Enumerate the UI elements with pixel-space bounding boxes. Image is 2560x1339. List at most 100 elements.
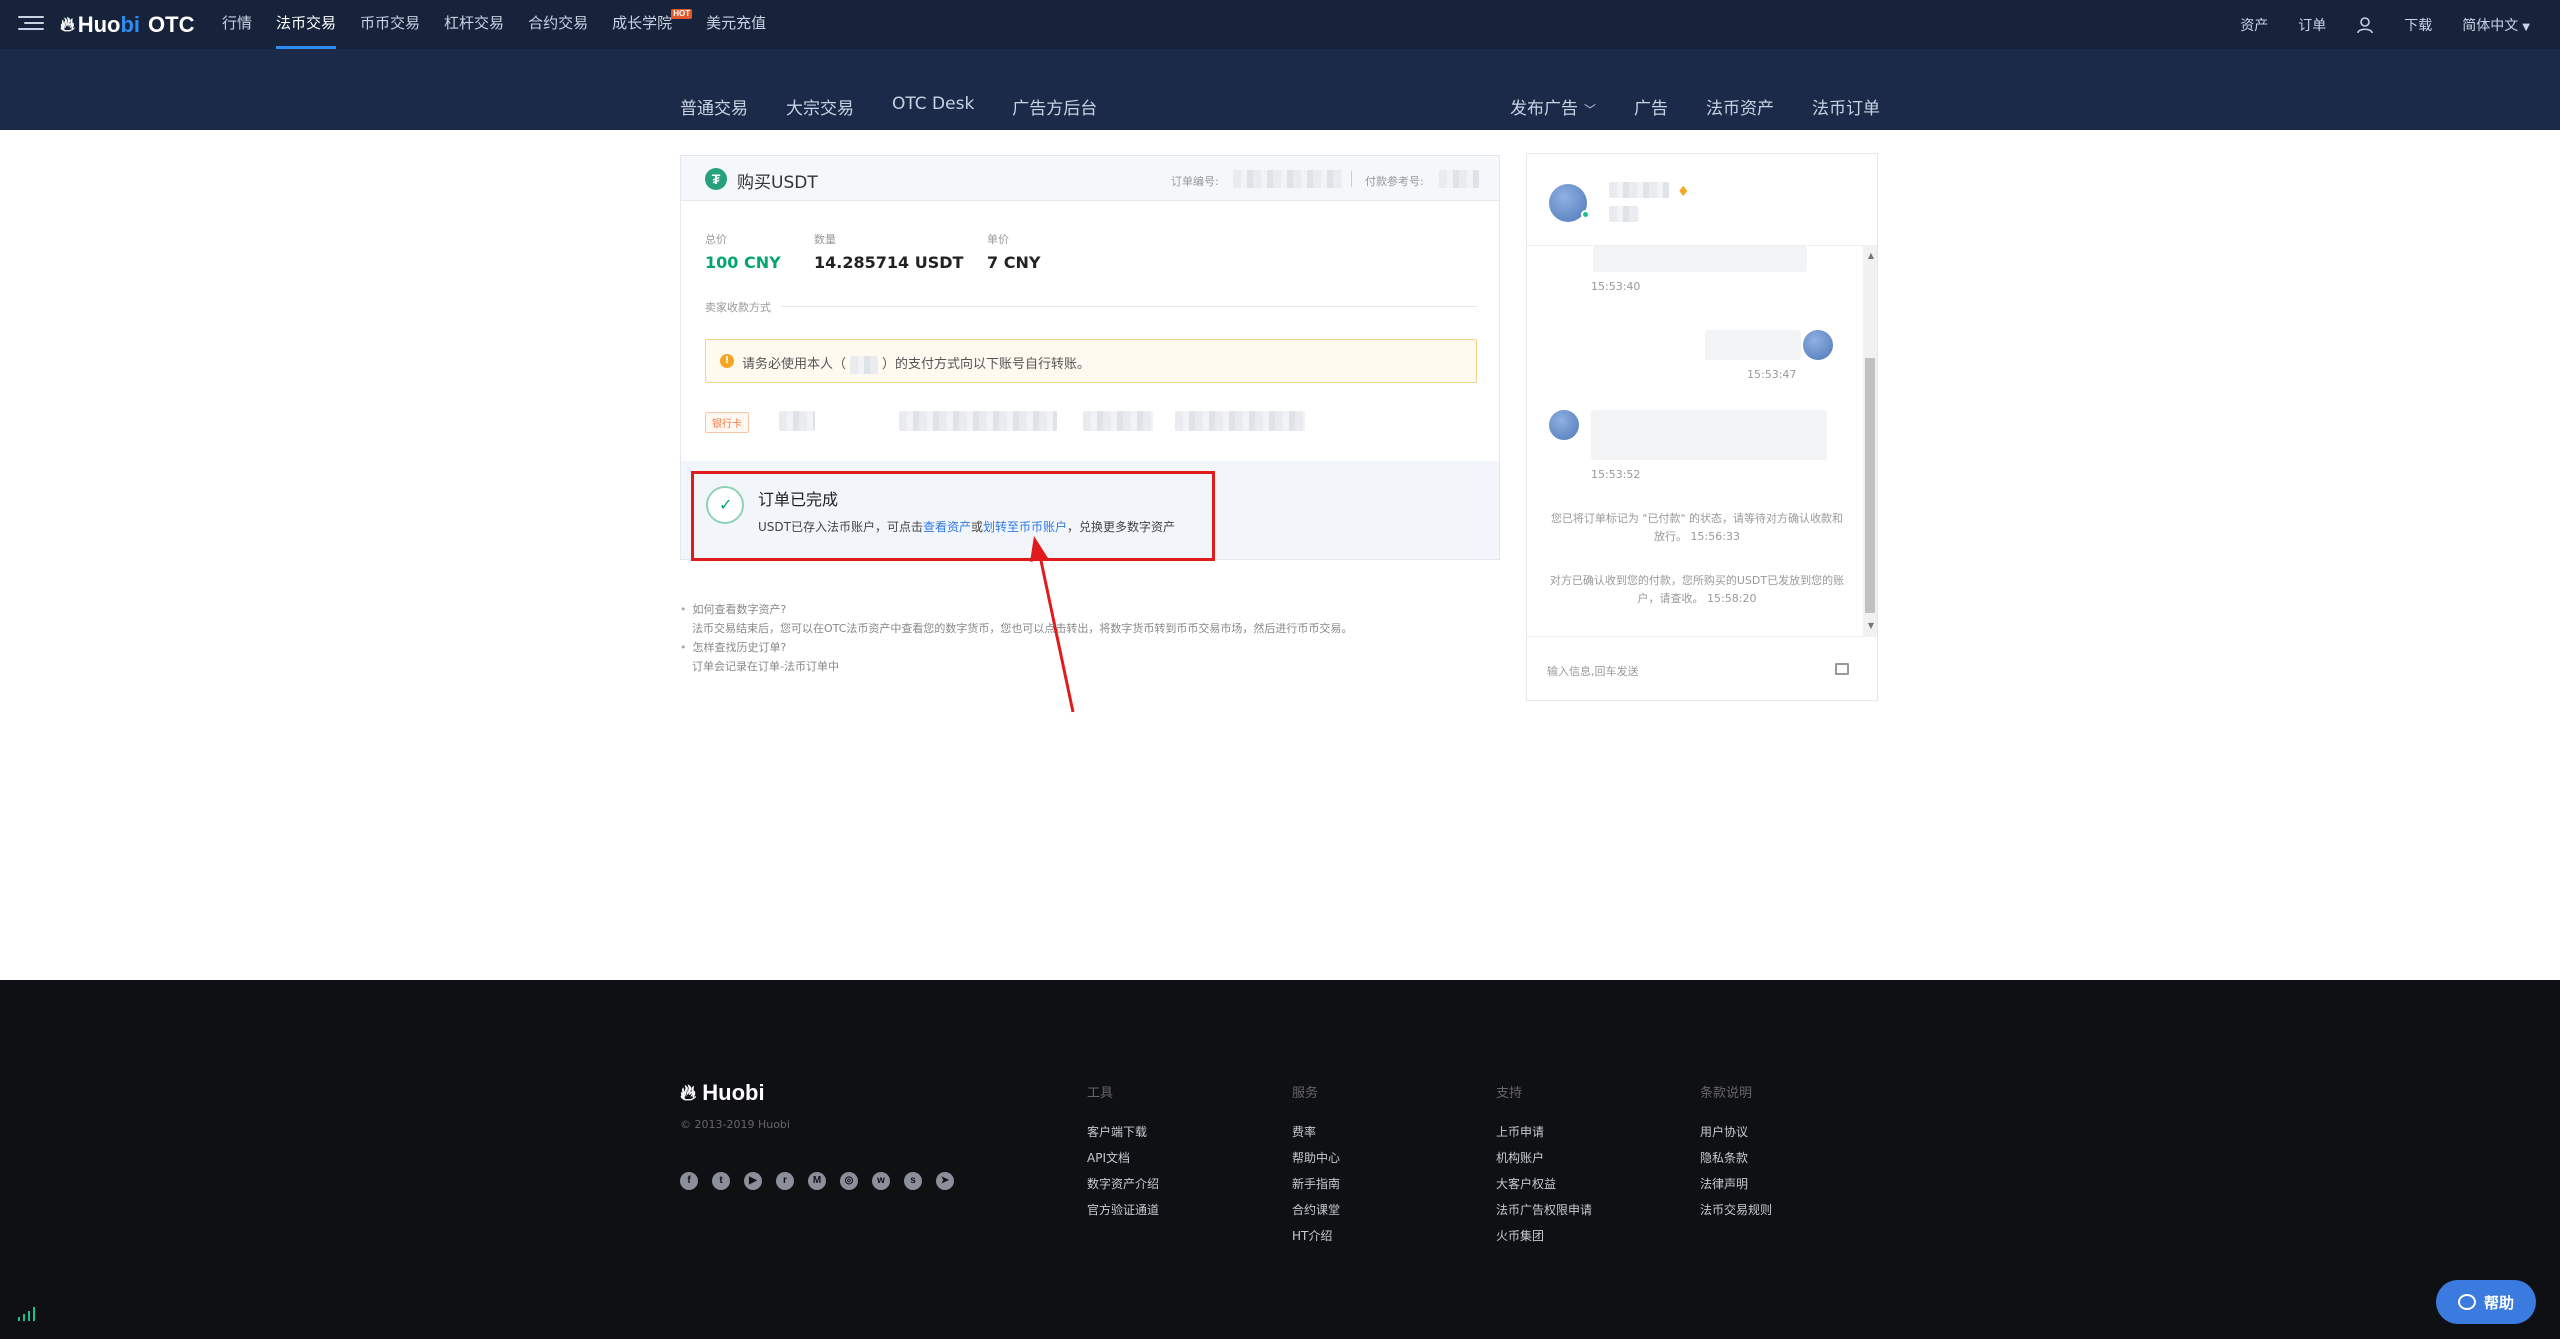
account-name-redacted (1083, 411, 1153, 431)
nav-academy[interactable]: 成长学院 HOT (612, 0, 693, 49)
chat-bubble-icon (2457, 1294, 2476, 1310)
nav-orders[interactable]: 订单 (2298, 15, 2326, 35)
view-assets-link[interactable]: 查看资产 (923, 520, 971, 534)
faq-answer: 订单会记录在订单-法币订单中 (692, 660, 839, 673)
faq-section: • 如何查看数字资产? 法币交易结束后，您可以在OTC法币资产中查看您的数字货币，… (680, 600, 1352, 676)
telegram-icon[interactable]: ➤ (936, 1172, 954, 1190)
system-message: 您已将订单标记为 "已付款" 的状态，请等待对方确认收款和放行。 15:56:3… (1550, 512, 1844, 543)
order-header: ₮ 购买USDT 订单编号: 付款参考号: (681, 156, 1499, 201)
branch-redacted (1175, 411, 1305, 431)
nav-spot-trade[interactable]: 币币交易 (360, 0, 420, 49)
footer-link[interactable]: 官方验证通道 (1087, 1197, 1159, 1223)
twitter-icon[interactable]: t (712, 1172, 730, 1190)
subnav-post-ad[interactable]: 发布广告 ﹀ (1510, 94, 1596, 119)
scrollbar-thumb[interactable] (1865, 358, 1875, 613)
divider (1351, 171, 1352, 187)
footer-link[interactable]: 新手指南 (1292, 1171, 1340, 1197)
medium-icon[interactable]: M (808, 1172, 826, 1190)
counterparty-info-redacted (1609, 206, 1639, 222)
avatar (1549, 410, 1579, 440)
footer: 🔥︎ Huobi © 2013-2019 Huobi f t ▶ r M ◎ w… (0, 980, 2560, 1339)
scroll-up-icon[interactable]: ▲ (1868, 251, 1874, 260)
nav-download[interactable]: 下载 (2404, 15, 2432, 35)
order-complete-description: USDT已存入法币账户，可点击查看资产或划转至币币账户，兑换更多数字资产 (758, 520, 1176, 534)
subnav-ads[interactable]: 广告 (1634, 94, 1668, 119)
footer-link[interactable]: 机构账户 (1496, 1145, 1592, 1171)
weibo-icon[interactable]: w (872, 1172, 890, 1190)
bank-name-redacted (779, 411, 815, 431)
chat-messages[interactable]: 15:53:40 15:53:47 15:53:52 您已将订单标记为 "已付款… (1527, 246, 1877, 636)
footer-link[interactable]: 合约课堂 (1292, 1197, 1340, 1223)
subnav-advertiser-backend[interactable]: 广告方后台 (1012, 94, 1097, 119)
message-time: 15:53:40 (1591, 280, 1641, 293)
footer-link[interactable]: API文档 (1087, 1145, 1159, 1171)
message-bubble (1591, 410, 1827, 460)
footer-link[interactable]: 上币申请 (1496, 1119, 1592, 1145)
check-icon: ✓ (706, 486, 744, 524)
steemit-icon[interactable]: s (904, 1172, 922, 1190)
nav-contract-trade[interactable]: 合约交易 (528, 0, 588, 49)
instagram-icon[interactable]: ◎ (840, 1172, 858, 1190)
order-card: ₮ 购买USDT 订单编号: 付款参考号: 总价 100 CNY 数量 14.2… (680, 155, 1500, 561)
chat-input-area: 输入信息,回车发送 (1527, 636, 1877, 700)
youtube-icon[interactable]: ▶ (744, 1172, 762, 1190)
subnav-fiat-orders[interactable]: 法币订单 (1812, 94, 1880, 119)
footer-link[interactable]: 大客户权益 (1496, 1171, 1592, 1197)
bank-card-tag: 银行卡 (705, 412, 749, 433)
nav-assets[interactable]: 资产 (2240, 15, 2268, 35)
flame-icon: 🔥︎ (60, 13, 75, 36)
image-upload-icon[interactable] (1835, 663, 1849, 675)
online-status-dot (1581, 210, 1590, 219)
help-button[interactable]: 帮助 (2436, 1280, 2536, 1324)
usdt-icon: ₮ (705, 168, 727, 190)
footer-link[interactable]: 帮助中心 (1292, 1145, 1340, 1171)
language-selector[interactable]: 简体中文 ▼ (2462, 15, 2530, 35)
name-redacted (850, 355, 879, 374)
subnav-normal-trade[interactable]: 普通交易 (680, 94, 748, 119)
order-complete-title: 订单已完成 (758, 490, 839, 509)
footer-link[interactable]: 用户协议 (1700, 1119, 1772, 1145)
system-message: 对方已确认收到您的付款，您所购买的USDT已发放到您的账户，请查收。 15:58… (1549, 574, 1845, 605)
unit-price: 单价 7 CNY (987, 233, 1041, 272)
footer-link[interactable]: 法律声明 (1700, 1171, 1772, 1197)
footer-link[interactable]: 客户端下载 (1087, 1119, 1159, 1145)
scroll-down-icon[interactable]: ▼ (1868, 621, 1874, 630)
top-nav: 🔥︎ Huo bi OTC 行情 法币交易 币币交易 杠杆交易 合约交易 成长学院 … (0, 0, 2560, 49)
chat-input[interactable]: 输入信息,回车发送 (1547, 663, 1639, 679)
footer-link[interactable]: 法币广告权限申请 (1496, 1197, 1592, 1223)
subnav-block-trade[interactable]: 大宗交易 (786, 94, 854, 119)
chevron-down-icon: ▼ (2522, 21, 2530, 33)
copyright: © 2013-2019 Huobi (680, 1118, 790, 1131)
footer-link[interactable]: HT介绍 (1292, 1223, 1340, 1249)
nav-margin-trade[interactable]: 杠杆交易 (444, 0, 504, 49)
footer-link[interactable]: 火币集团 (1496, 1223, 1592, 1249)
subnav-otc-desk[interactable]: OTC Desk (892, 94, 974, 119)
faq-question: • 如何查看数字资产? (680, 603, 787, 616)
facebook-icon[interactable]: f (680, 1172, 698, 1190)
footer-link[interactable]: 数字资产介绍 (1087, 1171, 1159, 1197)
message-bubble (1593, 246, 1807, 272)
total-price: 总价 100 CNY (705, 233, 781, 272)
menu-icon[interactable] (18, 16, 44, 32)
nav-usd-deposit[interactable]: 美元充值 (706, 0, 766, 49)
order-title: 购买USDT (737, 173, 818, 193)
subnav-fiat-assets[interactable]: 法币资产 (1706, 94, 1774, 119)
nav-market[interactable]: 行情 (222, 0, 252, 49)
message-bubble (1705, 330, 1801, 360)
huobi-otc-logo[interactable]: 🔥︎ Huo bi OTC (60, 12, 194, 38)
footer-link[interactable]: 隐私条款 (1700, 1145, 1772, 1171)
message-time: 15:53:52 (1591, 468, 1641, 481)
payment-warning: ! 请务必使用本人（ ）的支付方式向以下账号自行转账。 (705, 339, 1477, 383)
counterparty-name-redacted (1609, 182, 1669, 198)
nav-right: 资产 订单 下载 简体中文 ▼ (2240, 0, 2560, 49)
footer-link[interactable]: 费率 (1292, 1119, 1340, 1145)
footer-logo[interactable]: 🔥︎ Huobi (680, 1080, 765, 1106)
reddit-icon[interactable]: r (776, 1172, 794, 1190)
chat-scrollbar[interactable]: ▲ ▼ (1863, 246, 1877, 636)
payment-reference-label: 付款参考号: (1365, 175, 1424, 188)
quantity: 数量 14.285714 USDT (814, 233, 964, 272)
user-icon[interactable] (2356, 16, 2374, 34)
footer-link[interactable]: 法币交易规则 (1700, 1197, 1772, 1223)
warning-icon: ! (720, 354, 734, 368)
nav-fiat-trade[interactable]: 法币交易 (276, 0, 337, 49)
